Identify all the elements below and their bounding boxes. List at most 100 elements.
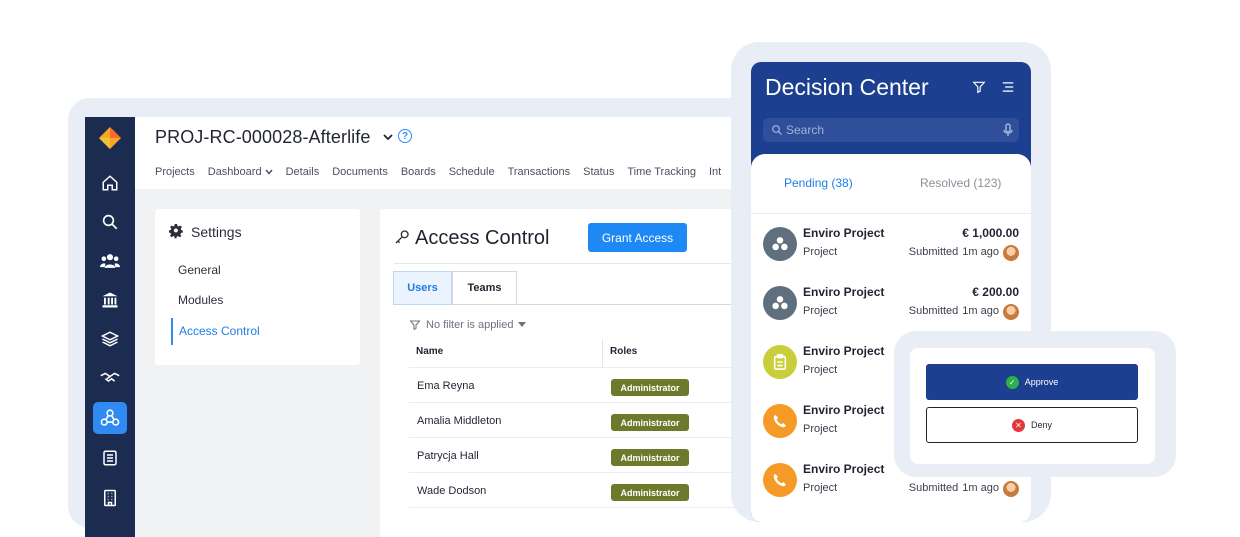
nav-transactions[interactable]: Transactions	[508, 166, 571, 178]
row-divider	[409, 507, 765, 508]
project-header: PROJ-RC-000028-Afterlife ? Projects Dash…	[135, 117, 765, 189]
search-input[interactable]: Search	[763, 118, 1019, 142]
nav-dashboard-label: Dashboard	[207, 166, 262, 178]
divider	[394, 263, 765, 264]
chevron-down-icon[interactable]	[382, 132, 394, 142]
key-icon	[394, 229, 410, 245]
column-header-name[interactable]: Name	[416, 346, 443, 357]
column-separator	[602, 339, 603, 367]
settings-item-access-control[interactable]: Access Control	[179, 324, 260, 338]
item-name[interactable]: Enviro Project	[803, 344, 884, 358]
item-type: Project	[803, 482, 838, 494]
layers-icon[interactable]	[93, 323, 127, 355]
project-title: PROJ-RC-000028-Afterlife	[155, 127, 371, 147]
settings-item-modules[interactable]: Modules	[178, 293, 223, 307]
nav-integrations[interactable]: Int	[709, 166, 721, 178]
caret-down-icon	[518, 322, 527, 327]
app-logo-icon[interactable]	[98, 126, 122, 150]
row-divider	[409, 367, 765, 368]
access-control-panel: Access Control Grant Access Users Teams …	[380, 209, 765, 537]
home-icon[interactable]	[93, 167, 127, 199]
bank-icon[interactable]	[93, 284, 127, 316]
item-amount: € 1,000.00	[962, 226, 1019, 240]
building-icon[interactable]	[93, 482, 127, 514]
approve-button[interactable]: ✓ Approve	[926, 364, 1138, 400]
nav-time-tracking[interactable]: Time Tracking	[627, 166, 696, 178]
users-icon[interactable]	[93, 245, 127, 277]
gear-icon	[169, 224, 184, 239]
user-name: Patrycja Hall	[417, 450, 479, 462]
decision-center-title: Decision Center	[765, 74, 929, 100]
time-ago: 1m ago	[962, 482, 999, 494]
divider	[751, 213, 1031, 214]
nav-schedule[interactable]: Schedule	[449, 166, 495, 178]
list-icon[interactable]	[93, 442, 127, 474]
nav-documents[interactable]: Documents	[332, 166, 388, 178]
menu-icon[interactable]	[1001, 80, 1015, 94]
item-type: Project	[803, 246, 838, 258]
avatar	[1003, 481, 1019, 497]
column-header-roles[interactable]: Roles	[610, 346, 637, 357]
divider	[517, 304, 765, 305]
active-indicator	[171, 318, 173, 345]
settings-item-general[interactable]: General	[178, 263, 221, 277]
chevron-down-icon	[265, 169, 273, 175]
filter-icon[interactable]	[972, 80, 986, 94]
nav-projects[interactable]: Projects	[155, 166, 195, 178]
network-icon[interactable]	[93, 402, 127, 434]
nav-details[interactable]: Details	[286, 166, 320, 178]
icon-rail	[85, 117, 135, 537]
item-name[interactable]: Enviro Project	[803, 285, 884, 299]
search-icon[interactable]	[93, 206, 127, 238]
user-name: Amalia Middleton	[417, 415, 502, 427]
help-icon[interactable]: ?	[398, 129, 412, 143]
item-status: Submitted 1m ago	[909, 246, 999, 258]
deny-button[interactable]: ✕ Deny	[926, 407, 1138, 443]
item-status: Submitted 1m ago	[909, 482, 999, 494]
avatar	[1003, 304, 1019, 320]
time-ago: 1m ago	[962, 246, 999, 258]
desktop-window: PROJ-RC-000028-Afterlife ? Projects Dash…	[85, 117, 765, 537]
network-icon	[763, 286, 797, 320]
deny-label: Deny	[1030, 420, 1052, 430]
tab-teams[interactable]: Teams	[452, 271, 517, 305]
nav-status[interactable]: Status	[583, 166, 614, 178]
status-text: Submitted	[908, 246, 959, 258]
approve-label: Approve	[1024, 377, 1059, 387]
role-badge: Administrator	[611, 449, 689, 466]
filter-control[interactable]: No filter is applied	[409, 319, 527, 331]
filter-text: No filter is applied	[426, 319, 514, 331]
nav-boards[interactable]: Boards	[401, 166, 436, 178]
item-type: Project	[803, 305, 838, 317]
search-icon	[771, 124, 783, 136]
user-name: Ema Reyna	[417, 380, 475, 392]
action-popup: ✓ Approve ✕ Deny	[910, 348, 1155, 464]
project-nav: Projects Dashboard Details Documents Boa…	[155, 166, 721, 178]
phone-icon	[763, 463, 797, 497]
handshake-icon[interactable]	[93, 362, 127, 394]
grant-access-button[interactable]: Grant Access	[588, 223, 687, 252]
status-text: Submitted	[908, 305, 959, 317]
check-icon: ✓	[1005, 375, 1019, 389]
item-type: Project	[803, 423, 838, 435]
role-badge: Administrator	[611, 484, 689, 501]
tab-pending[interactable]: Pending (38)	[784, 176, 853, 190]
avatar	[1003, 245, 1019, 261]
role-badge: Administrator	[611, 379, 689, 396]
page-title: Access Control	[415, 227, 550, 249]
filter-icon	[409, 320, 421, 331]
row-divider	[409, 402, 765, 403]
tab-resolved[interactable]: Resolved (123)	[920, 176, 1001, 190]
row-divider	[409, 472, 765, 473]
status-text: Submitted	[908, 482, 959, 494]
item-name[interactable]: Enviro Project	[803, 462, 884, 476]
item-status: Submitted 1m ago	[909, 305, 999, 317]
item-name[interactable]: Enviro Project	[803, 226, 884, 240]
microphone-icon[interactable]	[1003, 123, 1013, 137]
settings-panel	[155, 209, 360, 365]
network-icon	[763, 227, 797, 261]
nav-dashboard[interactable]: Dashboard	[208, 166, 273, 178]
clipboard-icon	[763, 345, 797, 379]
item-name[interactable]: Enviro Project	[803, 403, 884, 417]
tab-users[interactable]: Users	[393, 271, 452, 305]
